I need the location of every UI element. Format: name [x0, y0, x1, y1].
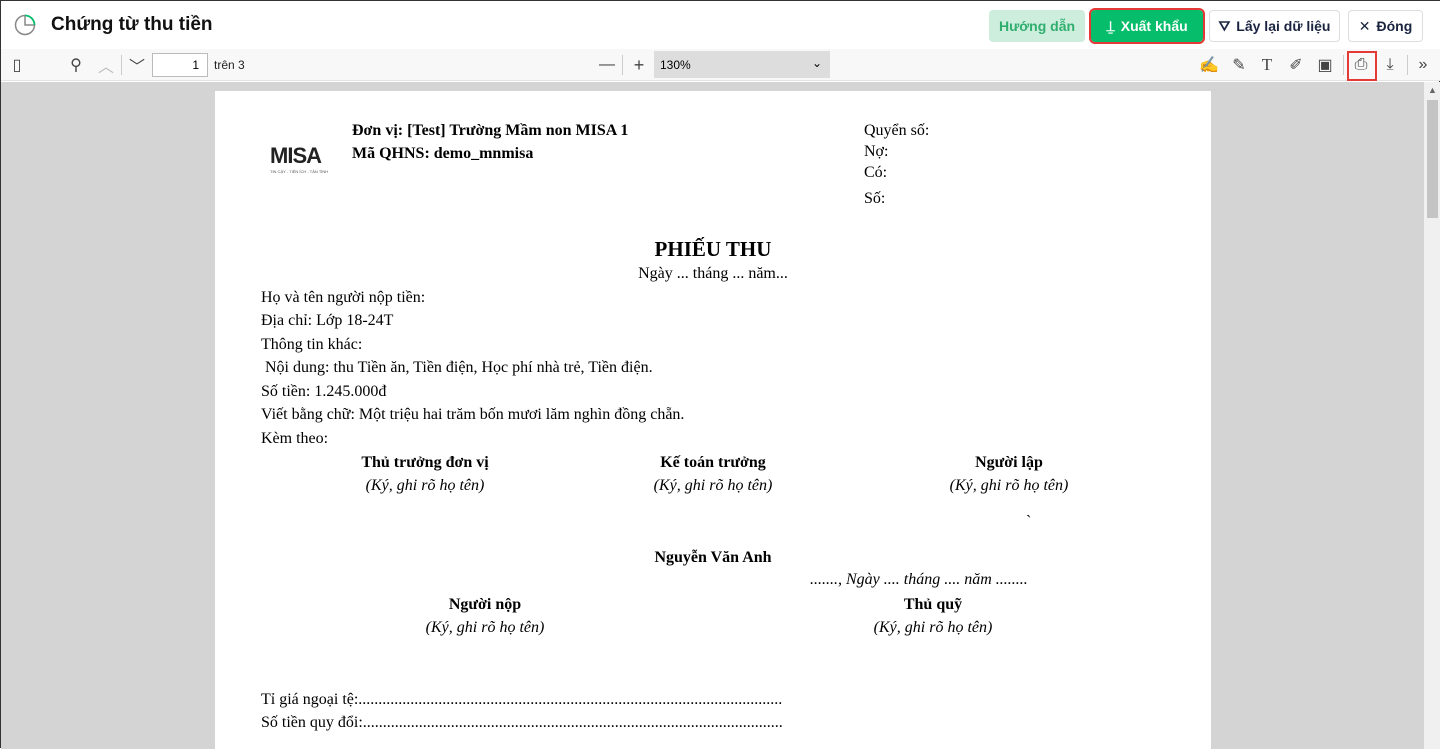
- payer-line: Họ và tên người nộp tiền:: [261, 289, 426, 306]
- close-button[interactable]: ✕ Đóng: [1348, 10, 1423, 42]
- export-label: Xuất khẩu: [1120, 18, 1188, 34]
- page-count: trên 3: [214, 58, 245, 72]
- export-button[interactable]: ⍊ Xuất khẩu: [1089, 8, 1205, 44]
- signature-icon[interactable]: ✍: [1199, 56, 1219, 74]
- highlight-icon[interactable]: ✎: [1230, 56, 1248, 74]
- sign-note: (Ký, ghi rõ họ tên): [653, 477, 773, 494]
- download-icon[interactable]: ⤓: [1381, 56, 1399, 74]
- help-button[interactable]: Hướng dẫn: [989, 10, 1085, 42]
- logo-brand: MISA: [270, 143, 322, 168]
- address-line: Địa chỉ: Lớp 18-24T: [261, 312, 394, 329]
- signature-preparer: Người lập: [975, 454, 1043, 471]
- signer-name: Nguyễn Văn Anh: [654, 549, 772, 566]
- vertical-scrollbar[interactable]: ▲: [1424, 82, 1440, 749]
- more-tools-icon[interactable]: »: [1414, 56, 1432, 74]
- image-icon[interactable]: ▣: [1316, 56, 1334, 74]
- close-icon: ✕: [1358, 17, 1371, 34]
- unit-code: Mã QHNS: demo_mnmisa: [352, 145, 534, 162]
- book-label: Quyển số:: [864, 122, 930, 139]
- page-number-input[interactable]: 1: [152, 53, 208, 77]
- print-highlight: [1347, 51, 1377, 81]
- document-page: MISA TIN CẬY - TIỆN ÍCH - TẬN TÌNH Đơn v…: [215, 91, 1211, 749]
- next-page-icon[interactable]: ﹀: [128, 56, 146, 76]
- sidebar-toggle-icon[interactable]: ▯: [8, 56, 26, 74]
- signature-head-of-unit: Thủ trưởng đơn vị: [361, 454, 489, 471]
- amount-words-line: Viết bằng chữ: Một triệu hai trăm bốn mư…: [261, 406, 685, 423]
- text-icon[interactable]: T: [1258, 55, 1276, 74]
- sign-note: (Ký, ghi rõ họ tên): [425, 619, 545, 636]
- document-date: Ngày ... tháng ... năm...: [638, 265, 788, 282]
- signature-chief-accountant: Kế toán trưởng: [660, 454, 766, 471]
- zoom-value: 130%: [660, 58, 691, 72]
- help-label: Hướng dẫn: [998, 18, 1076, 34]
- chart-pie-icon: [14, 14, 36, 36]
- reload-data-button[interactable]: ⛛ Lấy lại dữ liệu: [1209, 10, 1340, 42]
- signature-payer: Người nộp: [448, 596, 522, 613]
- stray-mark: `: [1026, 513, 1032, 530]
- filter-icon: ⛛: [1218, 17, 1231, 34]
- zoom-in-icon[interactable]: +: [630, 55, 648, 75]
- credit-label: Có:: [864, 164, 888, 181]
- reload-label: Lấy lại dữ liệu: [1236, 18, 1331, 34]
- chevron-down-icon: ⌄: [811, 56, 822, 70]
- zoom-select[interactable]: 130% ⌄: [654, 51, 830, 78]
- sign-note: (Ký, ghi rõ họ tên): [949, 477, 1069, 494]
- other-info-line: Thông tin khác:: [261, 336, 363, 353]
- sign-note: (Ký, ghi rõ họ tên): [873, 619, 993, 636]
- attachment-line: Kèm theo:: [261, 430, 329, 447]
- amount-line: Số tiền: 1.245.000đ: [261, 383, 387, 400]
- sign-note: (Ký, ghi rõ họ tên): [365, 477, 485, 494]
- logo-tagline: TIN CẬY - TIỆN ÍCH - TẬN TÌNH: [270, 169, 329, 174]
- pdf-toolbar: ▯ ⚲ ︿ ﹀ 1 trên 3 — + 130% ⌄ ✍ ✎ T ✐ ▣ ⎙ ⤓…: [1, 49, 1440, 81]
- content-line: Nội dung: thu Tiền ăn, Tiền điện, Học ph…: [261, 359, 653, 376]
- draw-icon[interactable]: ✐: [1287, 56, 1305, 74]
- number-label: Số:: [864, 190, 886, 207]
- converted-amount-line: Số tiền quy đổi:........................…: [261, 714, 783, 731]
- scroll-up-icon[interactable]: ▲: [1428, 85, 1437, 95]
- scrollbar-thumb[interactable]: [1427, 100, 1438, 218]
- unit-name: Đơn vị: [Test] Trường Mầm non MISA 1: [352, 122, 629, 139]
- zoom-out-icon[interactable]: —: [598, 56, 616, 74]
- header: Chứng từ thu tiền Hướng dẫn ⍊ Xuất khẩu ⛛…: [1, 1, 1440, 49]
- exchange-rate-line: Tỉ giá ngoại tệ:........................…: [261, 691, 783, 708]
- signature-cashier: Thủ quỹ: [903, 596, 963, 613]
- close-label: Đóng: [1376, 18, 1413, 34]
- document-viewer: MISA TIN CẬY - TIỆN ÍCH - TẬN TÌNH Đơn v…: [1, 82, 1440, 749]
- search-icon[interactable]: ⚲: [67, 56, 85, 74]
- second-date: ......., Ngày .... tháng .... năm ......…: [810, 571, 1028, 588]
- misa-logo: MISA TIN CẬY - TIỆN ÍCH - TẬN TÌNH: [270, 143, 340, 188]
- previous-page-icon[interactable]: ︿: [97, 56, 115, 76]
- export-icon: ⍊: [1106, 17, 1115, 34]
- debit-label: Nợ:: [864, 143, 889, 160]
- document-title: PHIẾU THU: [654, 237, 772, 261]
- page-title: Chứng từ thu tiền: [51, 14, 213, 35]
